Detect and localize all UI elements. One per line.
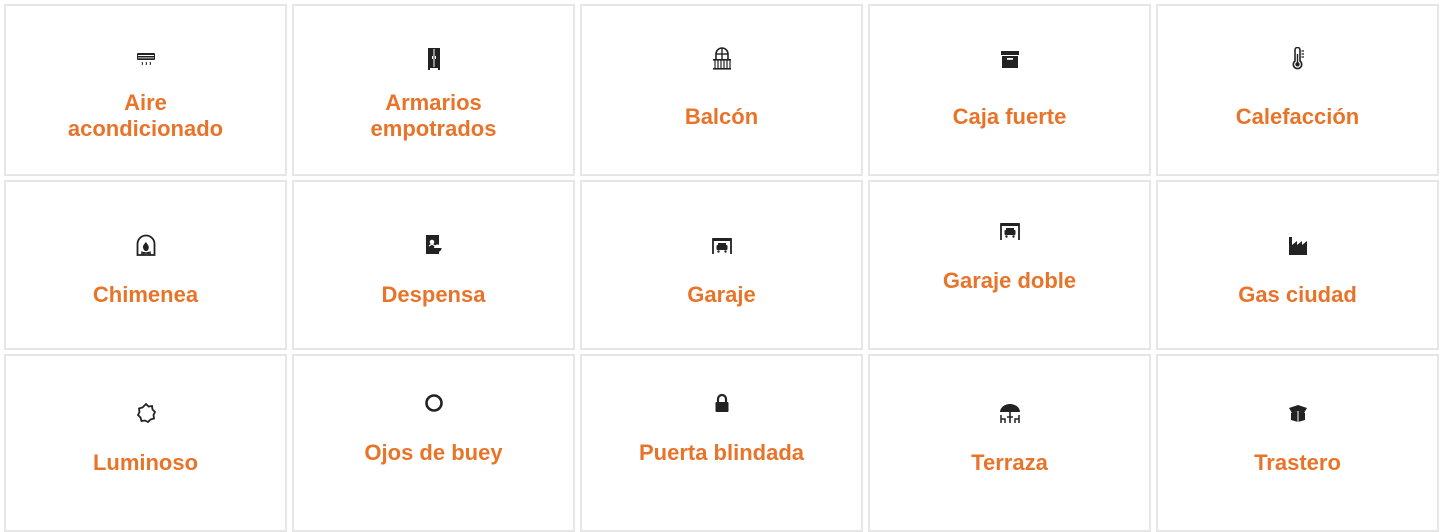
amenity-calefaccion[interactable]: Calefacción <box>1156 4 1439 176</box>
amenity-caja-fuerte[interactable]: Caja fuerte <box>868 4 1151 176</box>
amenity-despensa[interactable]: Despensa <box>292 180 575 350</box>
amenity-label: Garaje <box>687 282 756 307</box>
amenity-label: Despensa <box>381 282 486 307</box>
amenity-label: Garaje doble <box>942 268 1077 293</box>
pantry-icon <box>422 228 446 262</box>
sun-icon <box>134 396 158 430</box>
amenity-gas-ciudad[interactable]: Gas ciudad <box>1156 180 1439 350</box>
garage-icon <box>710 228 734 262</box>
amenity-label: Armarios empotrados <box>370 90 497 141</box>
amenity-label: Ojos de buey <box>364 440 503 465</box>
terrace-icon <box>998 396 1022 430</box>
amenity-label: Puerta blindada <box>638 440 805 465</box>
amenity-label: Luminoso <box>92 450 199 475</box>
amenity-armarios-empotrados[interactable]: Armarios empotrados <box>292 4 575 176</box>
amenity-label: Calefacción <box>1235 104 1360 129</box>
amenity-label: Caja fuerte <box>952 104 1067 129</box>
air-conditioner-icon <box>134 42 158 76</box>
porthole-icon <box>422 386 446 420</box>
amenity-label: Aire acondicionado <box>67 90 224 141</box>
fireplace-icon <box>134 228 158 262</box>
amenity-balcon[interactable]: Balcón <box>580 4 863 176</box>
amenity-label: Balcón <box>684 104 759 129</box>
amenity-trastero[interactable]: Trastero <box>1156 354 1439 532</box>
amenities-grid: Aire acondicionado Armarios empotrados B… <box>4 4 1441 532</box>
factory-icon <box>1286 228 1310 262</box>
amenity-terraza[interactable]: Terraza <box>868 354 1151 532</box>
amenity-label: Terraza <box>971 450 1048 475</box>
amenity-label: Trastero <box>1254 450 1341 475</box>
amenity-label: Gas ciudad <box>1238 282 1357 307</box>
amenity-luminoso[interactable]: Luminoso <box>4 354 287 532</box>
wardrobe-icon <box>422 42 446 76</box>
amenity-label: Chimenea <box>92 282 199 307</box>
safe-box-icon <box>998 42 1022 76</box>
amenity-garaje-doble[interactable]: Garaje doble <box>868 180 1151 350</box>
thermometer-icon <box>1286 42 1310 76</box>
balcony-icon <box>710 42 734 76</box>
lock-icon <box>710 386 734 420</box>
amenity-aire-acondicionado[interactable]: Aire acondicionado <box>4 4 287 176</box>
amenity-puerta-blindada[interactable]: Puerta blindada <box>580 354 863 532</box>
amenity-ojos-de-buey[interactable]: Ojos de buey <box>292 354 575 532</box>
amenity-garaje[interactable]: Garaje <box>580 180 863 350</box>
double-garage-icon <box>998 214 1022 248</box>
storage-box-icon <box>1286 396 1310 430</box>
amenity-chimenea[interactable]: Chimenea <box>4 180 287 350</box>
